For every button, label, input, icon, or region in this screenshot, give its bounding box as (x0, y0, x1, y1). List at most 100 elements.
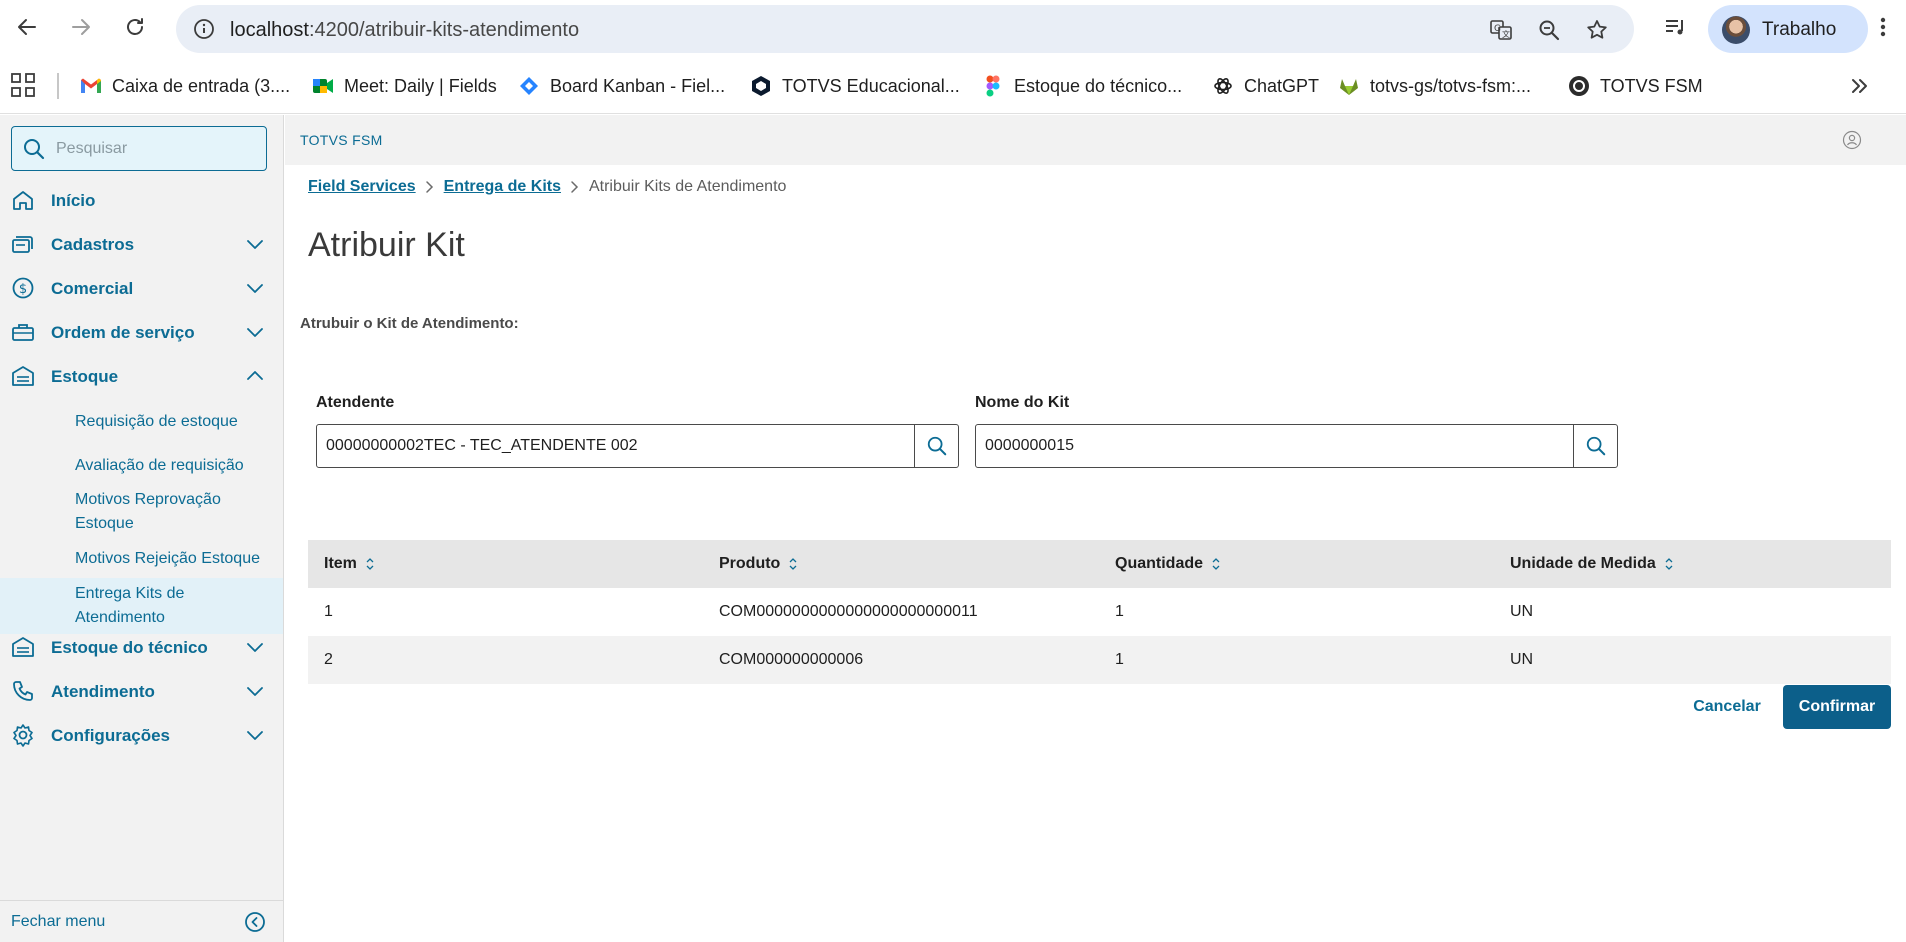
address-bar[interactable]: localhost:4200/atribuir-kits-atendimento… (176, 5, 1634, 53)
bookmark-label: Board Kanban - Fiel... (550, 75, 726, 96)
table-row[interactable]: 1 COM0000000000000000000000011 1 UN (308, 588, 1891, 636)
table-row[interactable]: 2 COM000000000006 1 UN (308, 636, 1891, 684)
side-menu: Início Cadastros $ Comercial Ordem de se… (0, 115, 284, 942)
column-header-produto[interactable]: Produto (719, 555, 798, 573)
bookmark-gitlab[interactable]: totvs-gs/totvs-fsm:... (1338, 72, 1531, 100)
breadcrumb-current: Atribuir Kits de Atendimento (588, 178, 787, 195)
menu-item-label: Estoque (51, 367, 119, 386)
submenu-item-motivos-reprovacao[interactable]: Motivos Reprovação Estoque (0, 485, 283, 539)
close-menu-button[interactable]: Fechar menu (0, 900, 283, 942)
svg-text:文: 文 (1502, 29, 1510, 39)
bookmark-gmail[interactable]: Caixa de entrada (3.... (80, 72, 290, 100)
bookmark-star-icon[interactable] (1584, 17, 1610, 43)
confirm-button[interactable]: Confirmar (1783, 685, 1891, 729)
submenu-item-requisicao-estoque[interactable]: Requisição de estoque (0, 407, 283, 437)
bookmark-label: Meet: Daily | Fields (344, 75, 497, 96)
atendente-value: 00000000002TEC - TEC_ATENDENTE 002 (326, 437, 638, 454)
column-header-label: Quantidade (1115, 555, 1204, 572)
chevron-down-icon (244, 724, 266, 746)
menu-item-label: Configurações (51, 726, 171, 745)
avatar (1722, 16, 1750, 44)
menu-search-box[interactable] (11, 126, 267, 171)
menu-item-cadastros[interactable]: Cadastros (0, 224, 283, 264)
bookmark-board-kanban[interactable]: Board Kanban - Fiel... (518, 72, 725, 100)
jira-icon (518, 75, 540, 97)
kit-search-button[interactable] (1573, 425, 1617, 467)
submenu-item-label: Motivos Reprovação Estoque (75, 491, 221, 532)
menu-item-inicio[interactable]: Início (0, 180, 283, 220)
section-label: Atrubuir o Kit de Atendimento: (300, 315, 519, 332)
column-header-label: Produto (719, 555, 781, 572)
warehouse-icon (11, 364, 35, 388)
zoom-icon[interactable] (1536, 17, 1562, 43)
submenu-item-label: Entrega Kits de Atendimento (75, 585, 185, 626)
url-text[interactable]: localhost:4200/atribuir-kits-atendimento (230, 19, 579, 42)
browser-toolbar: localhost:4200/atribuir-kits-atendimento… (0, 0, 1906, 58)
page-title: Atribuir Kit (308, 226, 465, 264)
bookmark-totvs-fsm[interactable]: TOTVS FSM (1568, 72, 1703, 100)
menu-item-atendimento[interactable]: Atendimento (0, 671, 283, 711)
breadcrumb: Field Services Entrega de Kits Atribuir … (308, 176, 786, 198)
bookmark-meet[interactable]: Meet: Daily | Fields (312, 72, 497, 100)
site-info-icon[interactable] (192, 17, 216, 41)
table-cell: 1 (1115, 603, 1124, 620)
media-control-icon[interactable] (1660, 12, 1690, 42)
svg-text:$: $ (19, 282, 27, 297)
menu-item-configuracoes[interactable]: Configurações (0, 715, 283, 755)
chevron-down-icon (244, 680, 266, 702)
kit-label: Nome do Kit (975, 394, 1070, 411)
submenu-item-label: Requisição de estoque (75, 413, 238, 430)
browser-menu-icon[interactable] (1868, 12, 1898, 42)
kit-lookup-field[interactable]: 0000000015 (975, 424, 1618, 468)
submenu-item-avaliacao-requisicao[interactable]: Avaliação de requisição (0, 451, 283, 481)
totvs-fsm-icon (1568, 75, 1590, 97)
reload-icon[interactable] (120, 12, 150, 42)
gitlab-icon (1338, 75, 1360, 97)
menu-item-ordem-de-servico[interactable]: Ordem de serviço (0, 312, 283, 352)
collapse-left-icon (243, 910, 267, 934)
table-cell: 1 (1115, 651, 1124, 668)
cancel-button[interactable]: Cancelar (1680, 685, 1774, 729)
menu-search-input[interactable] (56, 137, 256, 161)
column-header-unidade[interactable]: Unidade de Medida (1510, 555, 1674, 573)
search-icon (1586, 436, 1605, 456)
chevron-right-icon (561, 180, 589, 194)
bookmark-label: Caixa de entrada (3.... (112, 75, 291, 96)
bookmark-estoque-tecnico[interactable]: Estoque do técnico... (982, 72, 1182, 100)
more-bookmarks-icon[interactable] (1846, 72, 1874, 100)
bookmarks-bar: Caixa de entrada (3.... Meet: Daily | Fi… (0, 58, 1906, 114)
chatgpt-icon (1212, 75, 1234, 97)
bookmark-chatgpt[interactable]: ChatGPT (1212, 72, 1319, 100)
menu-item-label: Início (51, 191, 96, 210)
menu-item-label: Atendimento (51, 682, 155, 701)
column-header-item[interactable]: Item (324, 555, 375, 573)
atendente-search-button[interactable] (914, 425, 958, 467)
submenu-item-motivos-rejeicao[interactable]: Motivos Rejeição Estoque (0, 544, 283, 574)
translate-icon[interactable]: G文 (1488, 17, 1514, 43)
chevron-down-icon (244, 233, 266, 255)
column-header-label: Unidade de Medida (1510, 555, 1656, 572)
submenu-item-entrega-kits[interactable]: Entrega Kits de Atendimento (0, 578, 283, 634)
app-header: TOTVS FSM (285, 115, 1906, 165)
chevron-up-icon (244, 365, 266, 387)
table-cell: 2 (324, 651, 333, 668)
menu-item-comercial[interactable]: $ Comercial (0, 268, 283, 308)
apps-grid-icon[interactable] (10, 72, 36, 98)
breadcrumb-entrega-kits[interactable]: Entrega de Kits (444, 178, 561, 196)
cards-icon (11, 232, 35, 256)
column-header-quantidade[interactable]: Quantidade (1115, 555, 1221, 573)
menu-item-estoque[interactable]: Estoque (0, 356, 283, 396)
menu-item-estoque-tecnico[interactable]: Estoque do técnico (0, 627, 283, 667)
chevron-right-icon (416, 180, 444, 194)
bookmarks-divider (57, 73, 59, 99)
forward-icon[interactable] (66, 12, 96, 42)
breadcrumb-field-services[interactable]: Field Services (308, 178, 416, 196)
profile-name: Trabalho (1762, 19, 1837, 40)
profile-button[interactable]: Trabalho (1708, 5, 1868, 53)
atendente-lookup-field[interactable]: 00000000002TEC - TEC_ATENDENTE 002 (316, 424, 959, 468)
bookmark-totvs-educacional[interactable]: TOTVS Educacional... (750, 72, 960, 100)
menu-item-label: Comercial (51, 279, 134, 298)
user-icon[interactable] (1842, 130, 1862, 150)
back-icon[interactable] (12, 12, 42, 42)
table-cell: UN (1510, 603, 1534, 620)
